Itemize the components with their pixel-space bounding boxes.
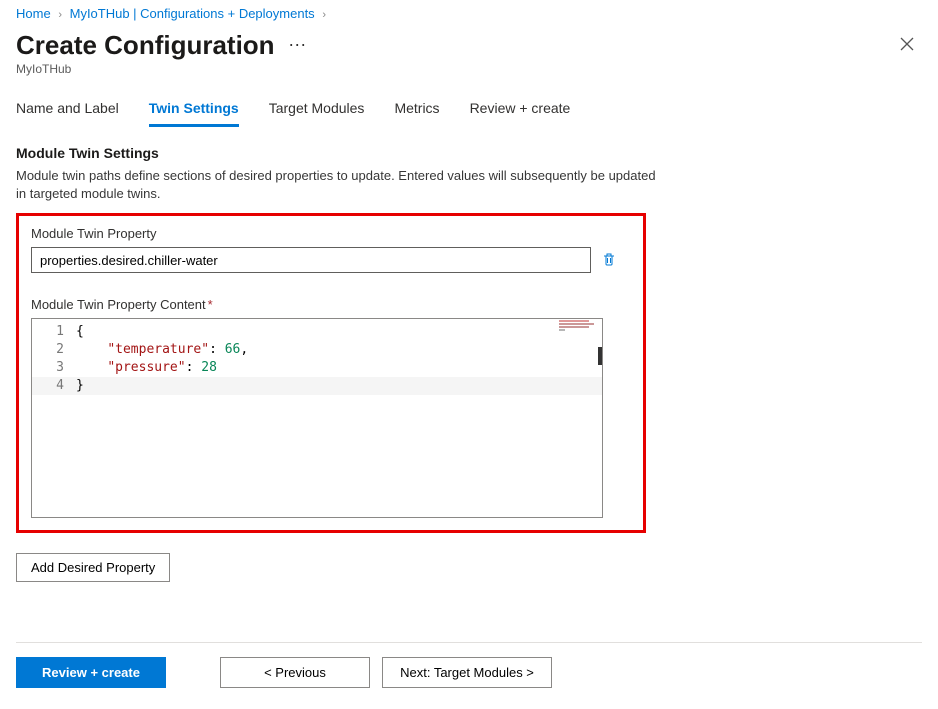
module-twin-property-input[interactable] [31,247,591,273]
scroll-indicator[interactable] [598,347,602,365]
review-create-button[interactable]: Review + create [16,657,166,688]
tab-name-and-label[interactable]: Name and Label [16,94,119,127]
page-title: Create Configuration [16,30,275,61]
property-label: Module Twin Property [31,226,631,241]
code-gutter: 1 2 3 4 [32,319,74,517]
section-description: Module twin paths define sections of des… [16,167,656,203]
page-subtitle: MyIoTHub [16,62,922,76]
minimap [559,320,601,350]
delete-icon[interactable] [599,249,619,272]
tabs: Name and Label Twin Settings Target Modu… [16,94,922,127]
tab-review-create[interactable]: Review + create [470,94,571,127]
footer-bar: Review + create < Previous Next: Target … [16,642,922,688]
previous-button[interactable]: < Previous [220,657,370,688]
close-icon[interactable] [892,29,922,62]
tab-metrics[interactable]: Metrics [394,94,439,127]
more-actions-icon[interactable]: ··· [288,34,306,54]
chevron-right-icon: › [322,9,326,21]
next-button[interactable]: Next: Target Modules > [382,657,552,688]
twin-settings-highlight: Module Twin Property Module Twin Propert… [16,213,646,533]
tab-target-modules[interactable]: Target Modules [269,94,365,127]
breadcrumb: Home › MyIoTHub | Configurations + Deplo… [16,6,922,21]
breadcrumb-home[interactable]: Home [16,6,51,21]
content-label: Module Twin Property Content* [31,297,631,312]
chevron-right-icon: › [58,9,62,21]
module-twin-content-editor[interactable]: 1 2 3 4 { "temperature": 66, "pressure":… [31,318,603,518]
code-body[interactable]: { "temperature": 66, "pressure": 28 } [76,319,602,517]
add-desired-property-button[interactable]: Add Desired Property [16,553,170,582]
tab-twin-settings[interactable]: Twin Settings [149,94,239,127]
section-title: Module Twin Settings [16,145,922,161]
breadcrumb-hub[interactable]: MyIoTHub | Configurations + Deployments [70,6,315,21]
